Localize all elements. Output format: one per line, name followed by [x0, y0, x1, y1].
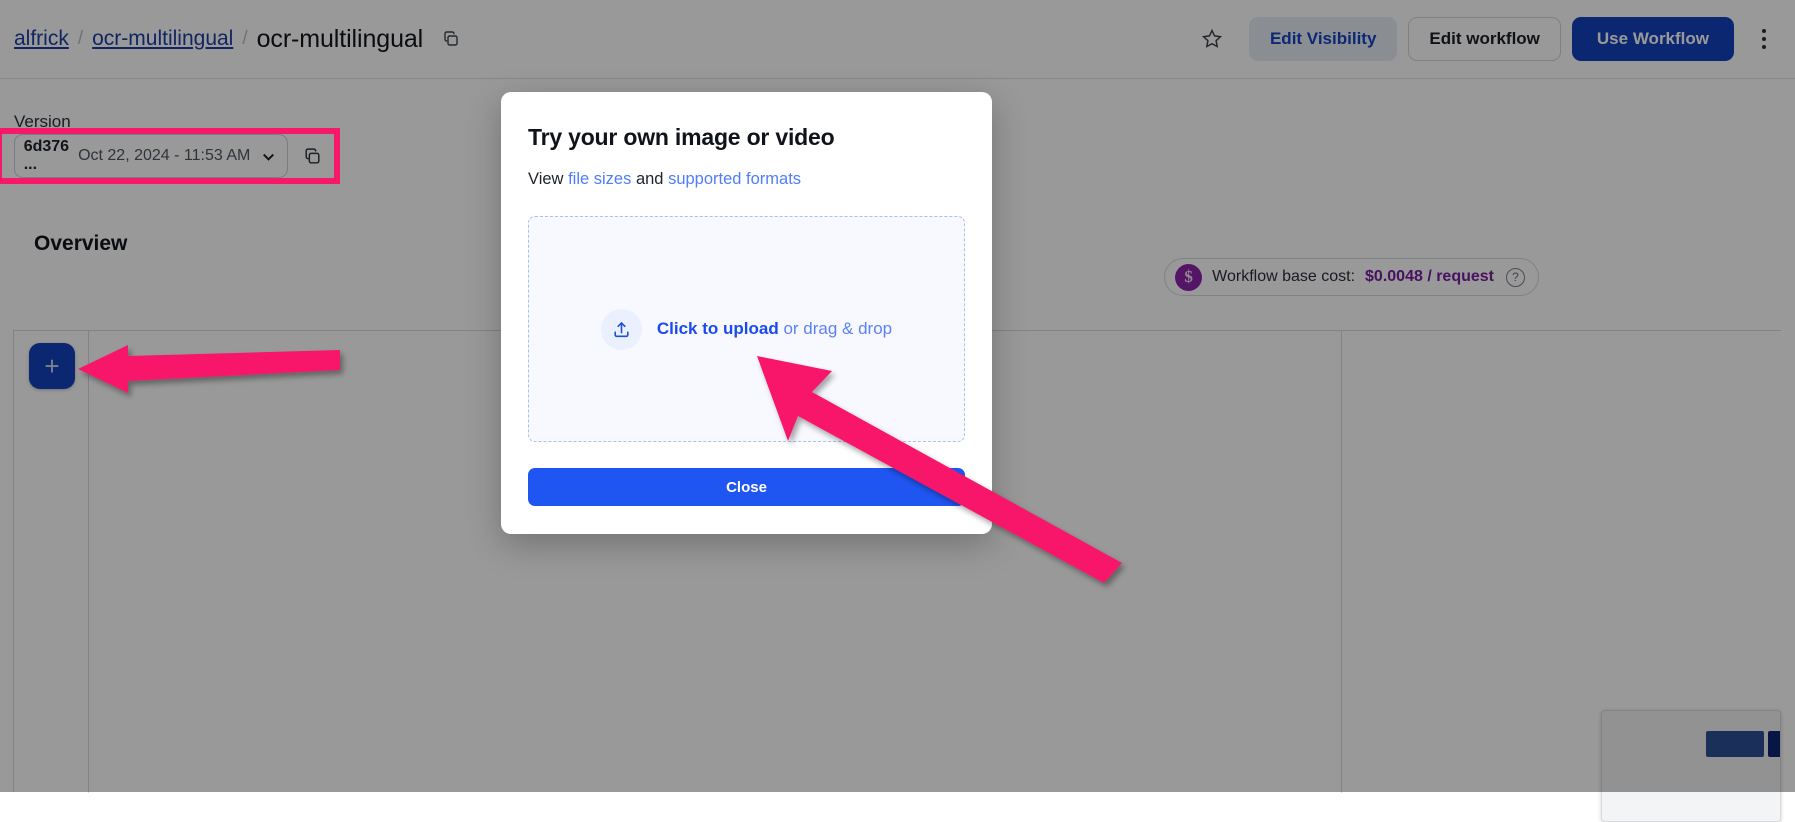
upload-icon	[601, 309, 642, 350]
modal-title: Try your own image or video	[528, 124, 965, 151]
modal-subtitle-mid: and	[636, 170, 664, 188]
upload-modal: Try your own image or video View file si…	[501, 92, 992, 534]
upload-dropzone[interactable]: Click to upload or drag & drop	[528, 216, 965, 442]
dropzone-text: Click to upload or drag & drop	[657, 319, 892, 339]
supported-formats-link[interactable]: supported formats	[668, 170, 801, 188]
modal-subtitle-prefix: View	[528, 170, 563, 188]
file-sizes-link[interactable]: file sizes	[568, 170, 631, 188]
modal-subtitle: View file sizes and supported formats	[528, 170, 965, 189]
close-button[interactable]: Close	[528, 468, 965, 506]
click-to-upload-label[interactable]: Click to upload	[657, 319, 779, 338]
drag-drop-label: or drag & drop	[783, 319, 892, 338]
